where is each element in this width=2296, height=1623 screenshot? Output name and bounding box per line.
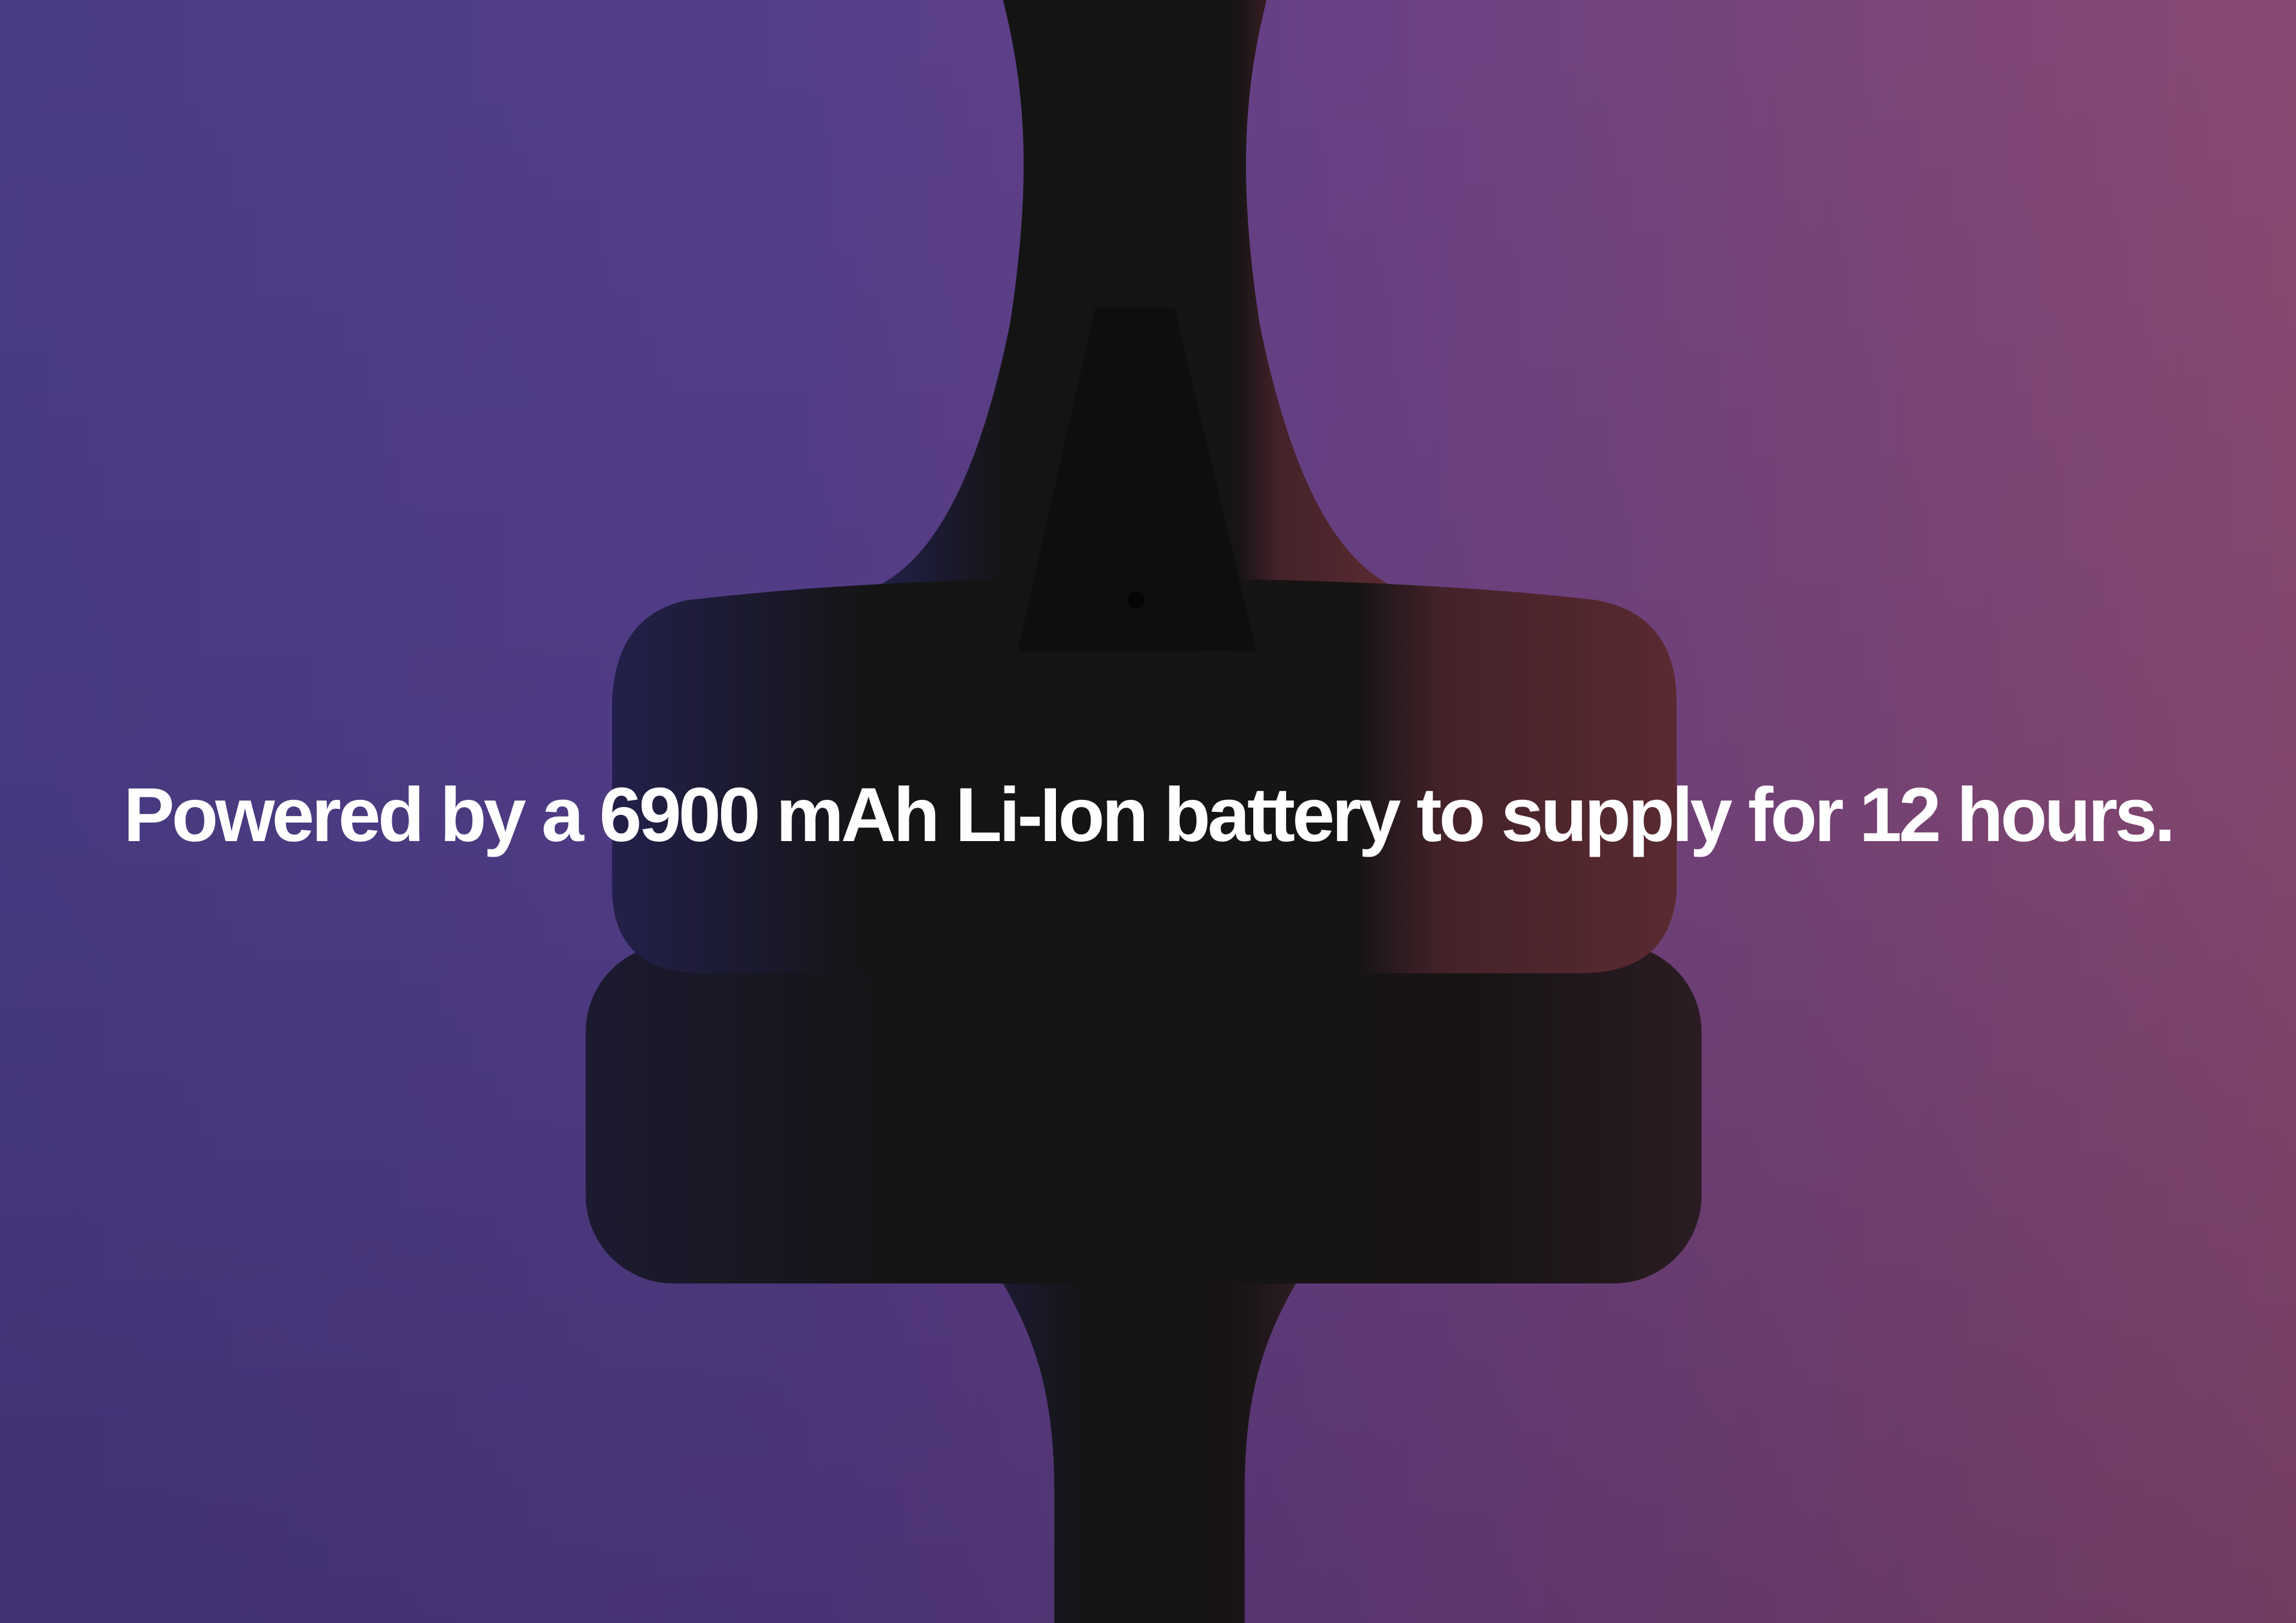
sensor-icon bbox=[1127, 591, 1146, 609]
headline-text: Powered by a 6900 mAh Li-Ion battery to … bbox=[123, 772, 2176, 858]
device-lower-block bbox=[585, 944, 1702, 1284]
device-lower-stem bbox=[1003, 1283, 1296, 1623]
